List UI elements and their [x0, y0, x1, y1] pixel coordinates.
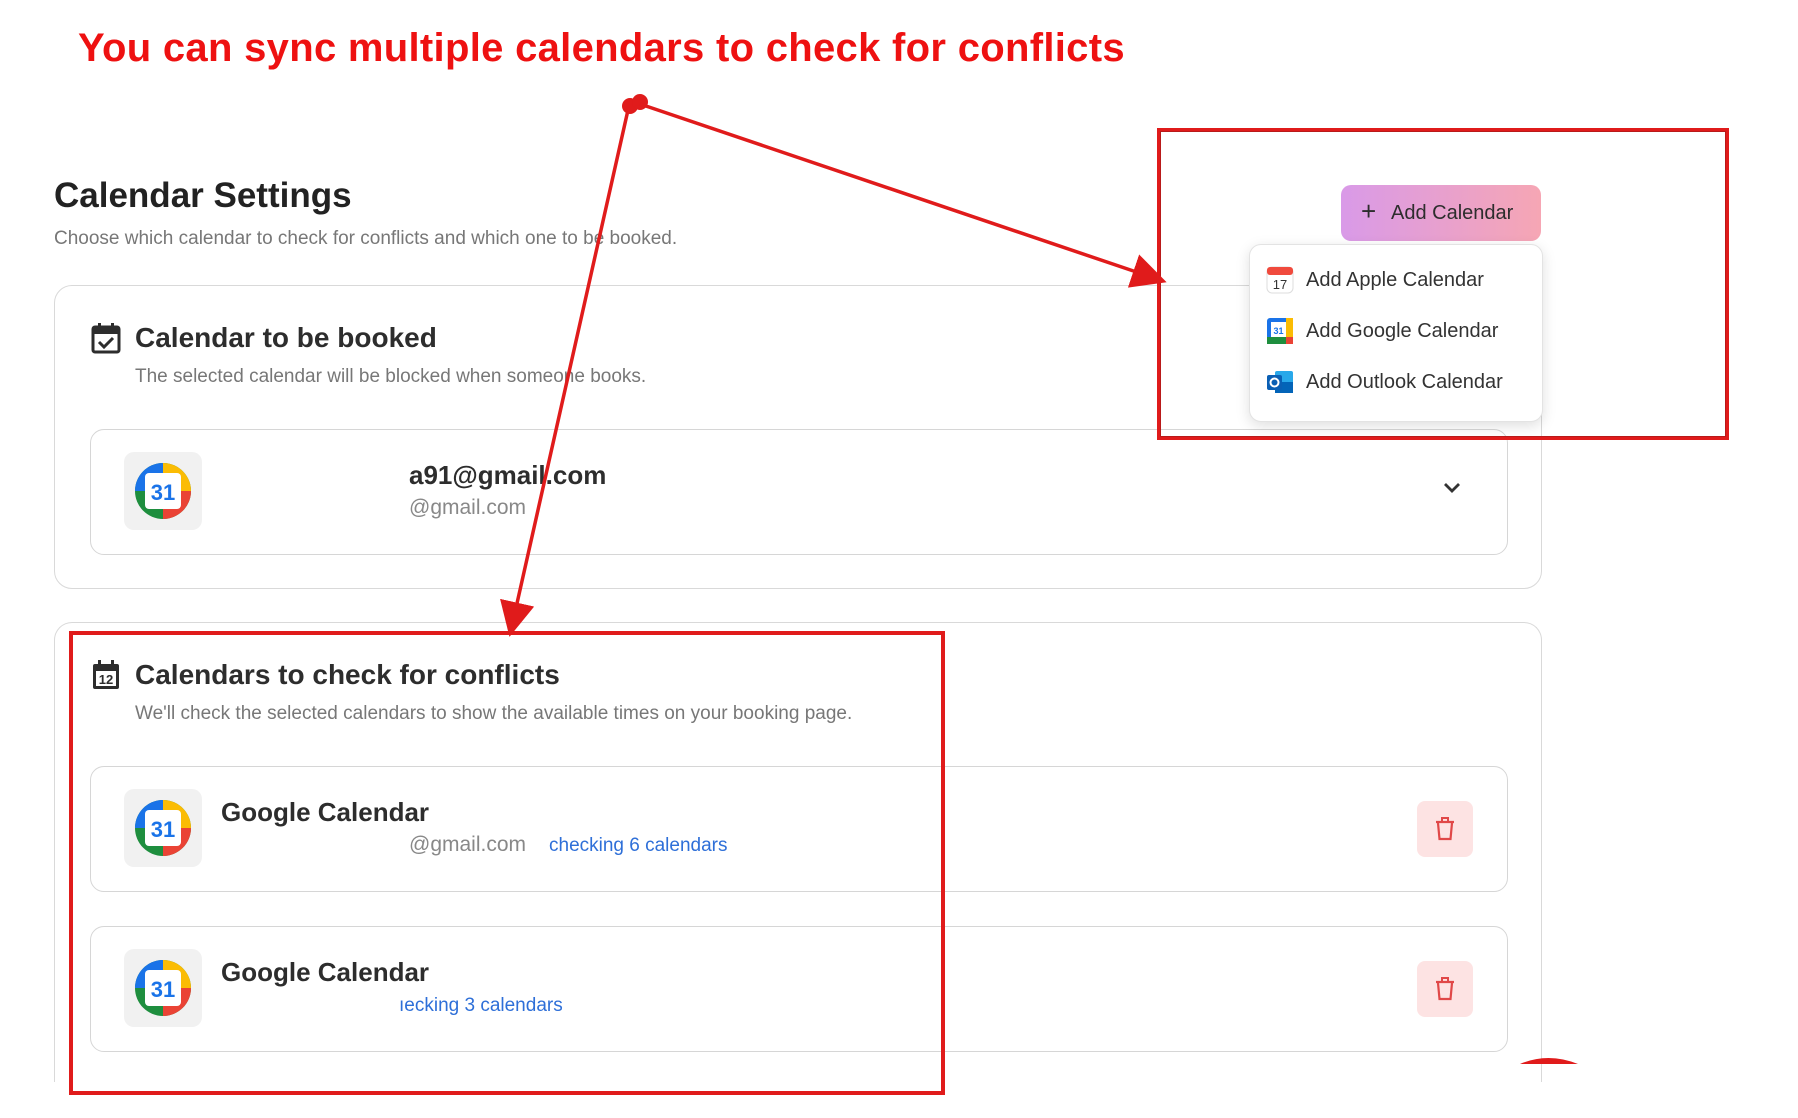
conflict-calendar-title: Google Calendar	[221, 957, 430, 987]
svg-text:31: 31	[151, 977, 175, 1002]
conflict-calendars-section: 12 Calendars to check for conflicts We'l…	[54, 622, 1542, 1082]
svg-text:17: 17	[1273, 277, 1287, 292]
checking-calendars-link[interactable]: checking 6 calendars	[549, 835, 728, 857]
menu-item-add-outlook-calendar[interactable]: Add Outlook Calendar	[1250, 357, 1542, 405]
apple-calendar-icon: 17	[1266, 266, 1294, 294]
conflicts-section-title: Calendars to check for conflicts	[135, 659, 560, 690]
trash-icon	[1436, 817, 1454, 841]
annotation-arrow	[639, 102, 1167, 288]
add-calendar-menu: 17 Add Apple Calendar 31 Add Google Cale…	[1249, 244, 1543, 422]
add-calendar-button[interactable]: + Add Calendar	[1341, 185, 1541, 241]
conflict-calendar-row[interactable]: 31 Google Calendar @gmail.com checking 6…	[90, 766, 1508, 892]
google-calendar-icon: 31	[124, 789, 202, 867]
annotation-dot	[632, 94, 648, 110]
google-calendar-icon: 31	[124, 949, 202, 1027]
menu-item-add-apple-calendar[interactable]: 17 Add Apple Calendar	[1250, 255, 1542, 303]
google-calendar-icon: 31	[1267, 318, 1293, 344]
menu-item-add-google-calendar[interactable]: 31 Add Google Calendar	[1250, 306, 1542, 354]
delete-calendar-button[interactable]	[1417, 801, 1473, 857]
booked-calendar-email: a91@gmail.com	[409, 460, 607, 490]
checking-calendars-link[interactable]: ıecking 3 calendars	[399, 995, 563, 1017]
svg-text:31: 31	[151, 817, 175, 842]
page-title: Calendar Settings	[54, 176, 352, 215]
add-calendar-label: Add Calendar	[1391, 202, 1514, 224]
outlook-calendar-icon	[1267, 371, 1293, 393]
booked-calendar-account: @gmail.com	[409, 496, 527, 519]
chevron-down-icon[interactable]	[1441, 476, 1463, 498]
conflicts-section-description: We'll check the selected calendars to sh…	[135, 703, 853, 724]
conflict-calendar-account: @gmail.com	[409, 833, 527, 856]
svg-text:31: 31	[1273, 326, 1283, 336]
booked-calendar-select[interactable]: 31 a91@gmail.com @gmail.com	[90, 429, 1508, 555]
calendar-date-icon: 12	[93, 660, 119, 689]
delete-calendar-button[interactable]	[1417, 961, 1473, 1017]
conflict-calendar-row[interactable]: 31 Google Calendar ıecking 3 calendars	[90, 926, 1508, 1052]
menu-item-label: Add Google Calendar	[1306, 320, 1499, 342]
booked-section-description: The selected calendar will be blocked wh…	[135, 366, 647, 387]
annotation-dot	[622, 98, 638, 114]
annotation-caption: You can sync multiple calendars to check…	[78, 26, 1125, 70]
svg-text:31: 31	[151, 480, 175, 505]
plus-icon: +	[1361, 196, 1377, 226]
calendar-check-icon	[91, 323, 121, 354]
menu-item-label: Add Outlook Calendar	[1306, 371, 1503, 393]
conflict-calendar-title: Google Calendar	[221, 797, 430, 827]
page-subtitle: Choose which calendar to check for confl…	[54, 228, 678, 249]
menu-item-label: Add Apple Calendar	[1306, 269, 1484, 291]
trash-icon	[1436, 977, 1454, 1001]
google-calendar-icon: 31	[124, 452, 202, 530]
svg-text:12: 12	[99, 672, 113, 687]
booked-section-title: Calendar to be booked	[135, 322, 437, 353]
